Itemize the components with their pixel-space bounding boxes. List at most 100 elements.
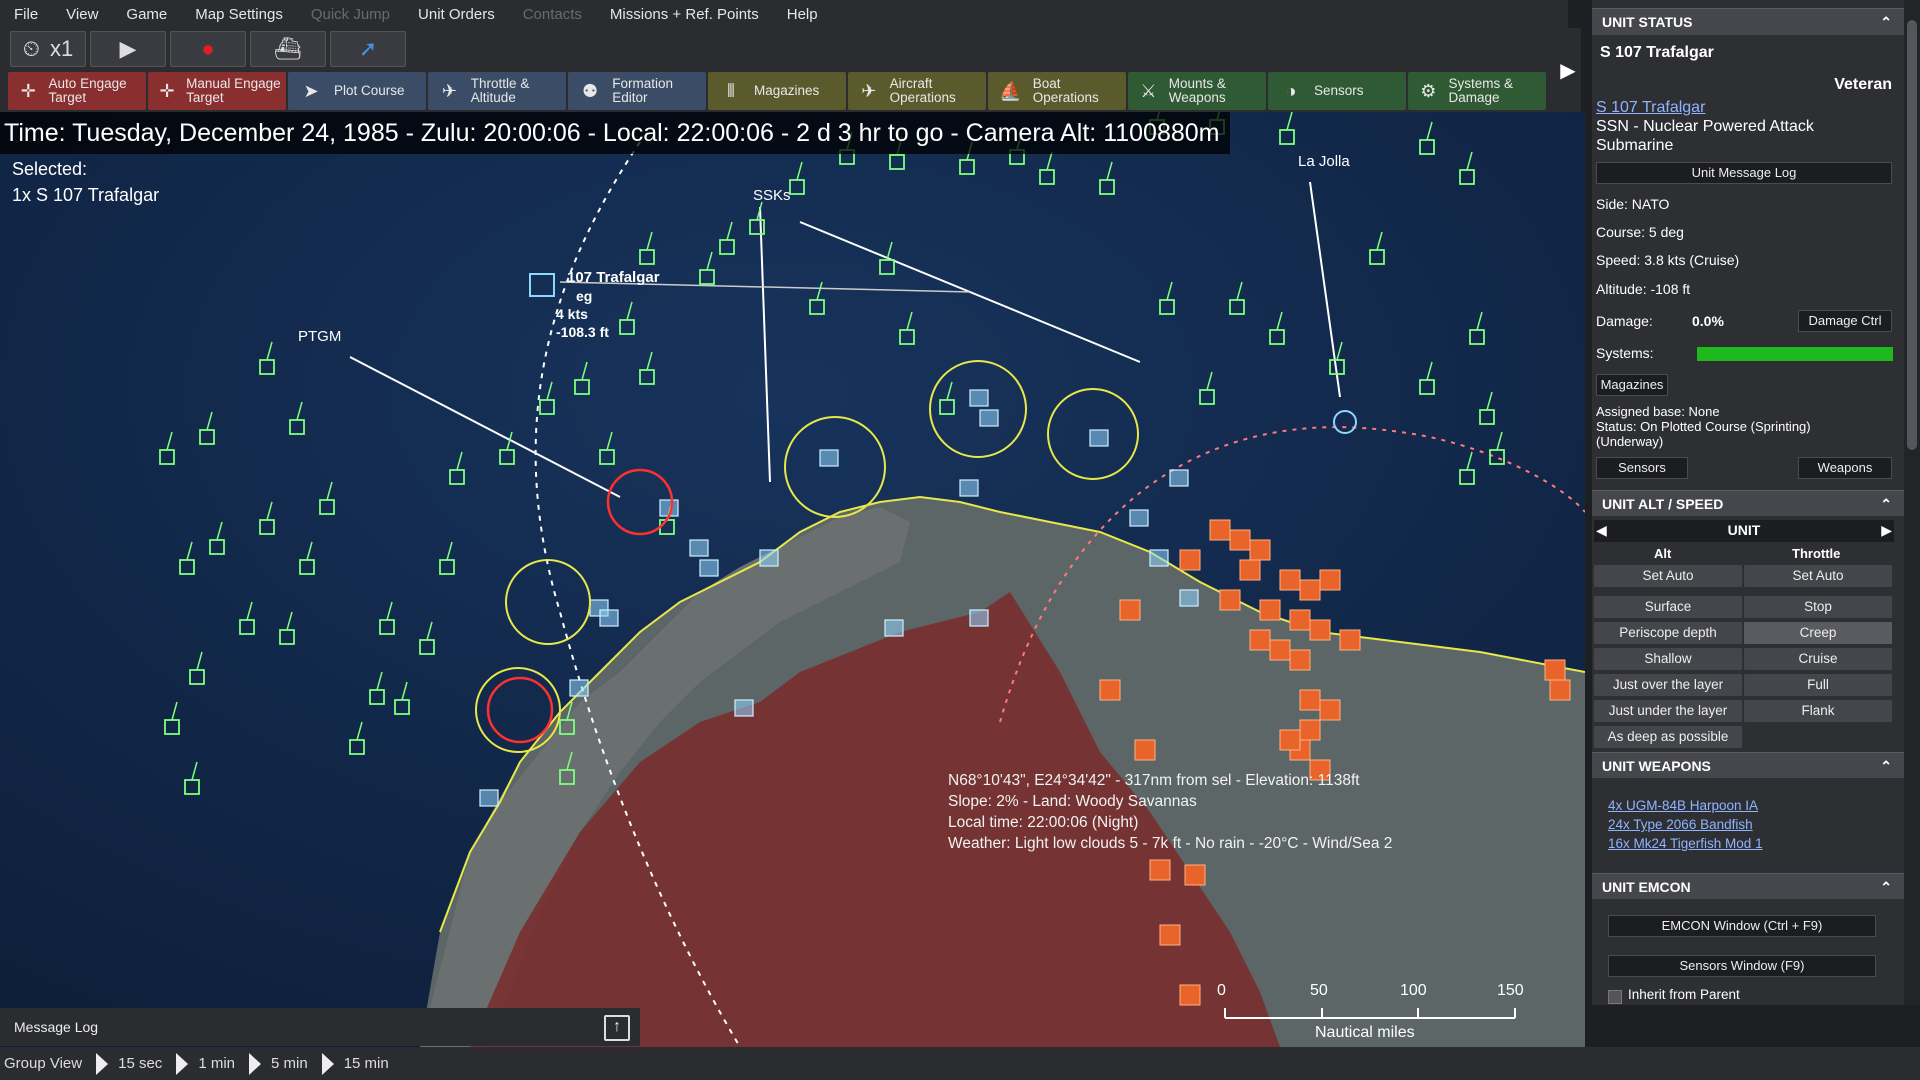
friendly-unit-marker[interactable]	[689, 539, 709, 557]
toolbar-button-5[interactable]: ⦀ Magazines	[708, 72, 846, 110]
toolbar-button-3[interactable]: ✈ Throttle & Altitude	[428, 72, 566, 110]
contact-label-ssks[interactable]: SSKs	[753, 187, 791, 204]
weapons-button[interactable]: Weapons	[1798, 457, 1892, 479]
toolbar-button-9[interactable]: ◑ Sensors	[1268, 72, 1406, 110]
step-15sec[interactable]: 15 sec	[118, 1055, 162, 1072]
alt-button[interactable]: Periscope depth	[1594, 622, 1742, 644]
weapon-item[interactable]: 16x Mk24 Tigerfish Mod 1	[1608, 836, 1763, 851]
weapon-item[interactable]: 4x UGM-84B Harpoon IA	[1608, 798, 1758, 813]
emcon-header[interactable]: UNIT EMCON ⌃	[1592, 873, 1904, 899]
hostile-unit-marker[interactable]	[1339, 629, 1361, 651]
hostile-unit-marker[interactable]	[1159, 924, 1181, 946]
alt-speed-header[interactable]: UNIT ALT / SPEED ⌃	[1592, 490, 1904, 516]
scrollbar-thumb[interactable]	[1907, 20, 1917, 450]
alt-button[interactable]: Just over the layer	[1594, 674, 1742, 696]
hostile-unit-marker[interactable]	[1119, 599, 1141, 621]
friendly-unit-marker[interactable]	[734, 699, 754, 717]
toolbar-button-0[interactable]: ✛ Auto Engage Target	[8, 72, 146, 110]
unit-message-log-button[interactable]: Unit Message Log	[1596, 162, 1892, 184]
quick-action-button[interactable]: ➚	[330, 31, 406, 67]
alt-button[interactable]: Shallow	[1594, 648, 1742, 670]
friendly-unit-marker[interactable]	[959, 479, 979, 497]
hostile-unit-marker[interactable]	[1299, 689, 1321, 711]
collapse-icon[interactable]: ⌃	[1880, 753, 1892, 779]
throttle-button[interactable]: Stop	[1744, 596, 1892, 618]
menu-help[interactable]: Help	[773, 6, 832, 23]
hostile-unit-marker[interactable]	[1209, 519, 1231, 541]
hostile-unit-marker[interactable]	[1544, 659, 1566, 681]
step-5min[interactable]: 5 min	[271, 1055, 308, 1072]
friendly-unit-marker[interactable]	[1169, 469, 1189, 487]
expand-up-icon[interactable]: ↑	[604, 1015, 630, 1041]
hostile-unit-marker[interactable]	[1319, 699, 1341, 721]
toolbar-button-7[interactable]: ⛵ Boat Operations	[988, 72, 1126, 110]
time-compression-button[interactable]: ⏲ x1	[10, 31, 86, 67]
damage-ctrl-button[interactable]: Damage Ctrl	[1798, 310, 1892, 332]
throttle-button[interactable]: Set Auto	[1744, 565, 1892, 587]
hostile-unit-marker[interactable]	[1289, 649, 1311, 671]
emcon-window-button[interactable]: EMCON Window (Ctrl + F9)	[1608, 915, 1876, 937]
hostile-unit-marker[interactable]	[1149, 859, 1171, 881]
hostile-unit-marker[interactable]	[1134, 739, 1156, 761]
step-play-icon[interactable]	[321, 1052, 334, 1075]
weapon-item[interactable]: 24x Type 2066 Bandfish	[1608, 817, 1753, 832]
toolbar-button-8[interactable]: ⚔ Mounts & Weapons	[1128, 72, 1266, 110]
alt-button[interactable]: Surface	[1594, 596, 1742, 618]
hostile-unit-marker[interactable]	[1289, 609, 1311, 631]
group-view-label[interactable]: Group View	[4, 1055, 82, 1072]
weapons-header[interactable]: UNIT WEAPONS ⌃	[1592, 752, 1904, 778]
unit-link[interactable]: S 107 Trafalgar	[1596, 99, 1705, 117]
step-play-icon[interactable]	[249, 1052, 261, 1075]
step-15min[interactable]: 15 min	[344, 1055, 389, 1072]
menu-file[interactable]: File	[0, 6, 52, 23]
step-play-icon[interactable]	[176, 1052, 189, 1075]
hostile-unit-marker[interactable]	[1249, 539, 1271, 561]
friendly-unit-marker[interactable]	[979, 409, 999, 427]
sensors-button[interactable]: Sensors	[1596, 457, 1688, 479]
map-canvas[interactable]	[0, 112, 1585, 1047]
friendly-unit-marker[interactable]	[759, 549, 779, 567]
alt-button[interactable]: Just under the layer	[1594, 700, 1742, 722]
panel-toggle-icon[interactable]: ▶	[1555, 28, 1581, 112]
friendly-unit-marker[interactable]	[884, 619, 904, 637]
toolbar-button-1[interactable]: ✛ Manual Engage Target	[148, 72, 286, 110]
hostile-unit-marker[interactable]	[1184, 864, 1206, 886]
sensors-window-button[interactable]: Sensors Window (F9)	[1608, 955, 1876, 977]
hostile-unit-marker[interactable]	[1239, 559, 1261, 581]
toolbar-button-2[interactable]: ➤ Plot Course	[288, 72, 426, 110]
unit-selector[interactable]: ◀ UNIT ▶	[1594, 520, 1894, 542]
magazines-button[interactable]: Magazines	[1596, 374, 1668, 396]
throttle-button[interactable]: Creep	[1744, 622, 1892, 644]
hostile-unit-marker[interactable]	[1319, 569, 1341, 591]
tactical-map[interactable]	[0, 112, 1585, 1047]
contact-label-ptgm[interactable]: PTGM	[298, 328, 341, 345]
unit-status-header[interactable]: UNIT STATUS ⌃	[1592, 8, 1904, 35]
menu-unit-orders[interactable]: Unit Orders	[404, 6, 509, 23]
friendly-unit-marker[interactable]	[569, 679, 589, 697]
hostile-unit-marker[interactable]	[1249, 629, 1271, 651]
toolbar-button-6[interactable]: ✈ Aircraft Operations	[848, 72, 986, 110]
collapse-icon[interactable]: ⌃	[1880, 874, 1892, 900]
throttle-button[interactable]: Flank	[1744, 700, 1892, 722]
menu-view[interactable]: View	[52, 6, 112, 23]
friendly-unit-marker[interactable]	[1089, 429, 1109, 447]
friendly-unit-marker[interactable]	[1129, 509, 1149, 527]
hostile-unit-marker[interactable]	[1279, 729, 1301, 751]
hostile-unit-marker[interactable]	[1099, 679, 1121, 701]
toolbar-button-10[interactable]: ⚙ Systems & Damage	[1408, 72, 1546, 110]
friendly-unit-marker[interactable]	[1149, 549, 1169, 567]
toolbar-button-4[interactable]: ⚉ Formation Editor	[568, 72, 706, 110]
alt-button[interactable]: Set Auto	[1594, 565, 1742, 587]
collapse-icon[interactable]: ⌃	[1880, 9, 1892, 35]
hostile-unit-marker[interactable]	[1259, 599, 1281, 621]
hostile-unit-marker[interactable]	[1179, 549, 1201, 571]
message-log-bar[interactable]: Message Log ↑	[0, 1008, 640, 1046]
friendly-unit-marker[interactable]	[969, 389, 989, 407]
hostile-unit-marker[interactable]	[1229, 529, 1251, 551]
ship-view-button[interactable]: ⛴	[250, 31, 326, 67]
friendly-unit-marker[interactable]	[699, 559, 719, 577]
menu-game[interactable]: Game	[112, 6, 181, 23]
hostile-unit-marker[interactable]	[1279, 569, 1301, 591]
friendly-unit-marker[interactable]	[819, 449, 839, 467]
unit-label-trafalgar[interactable]: 107 Trafalgar	[567, 269, 660, 286]
